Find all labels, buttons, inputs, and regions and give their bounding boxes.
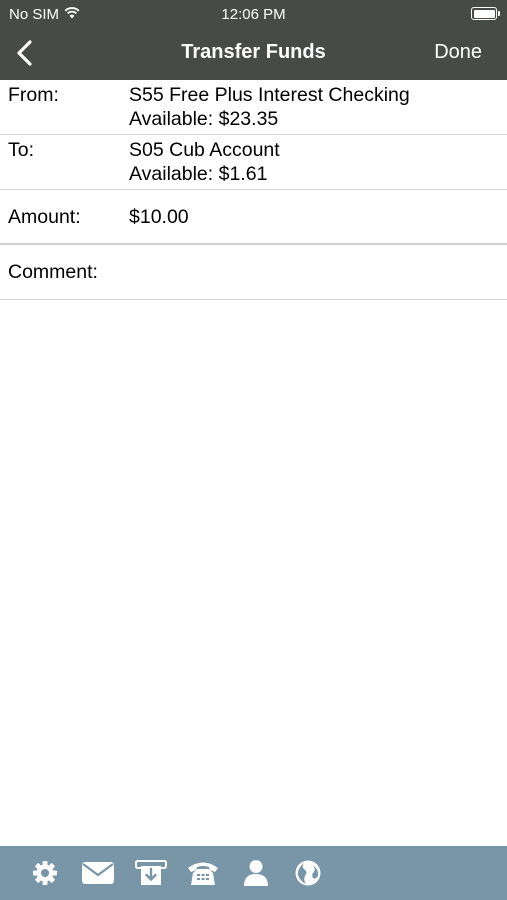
battery-icon	[471, 7, 500, 20]
to-account-row[interactable]: To: S05 Cub Account Available: $1.61	[0, 135, 507, 190]
from-account-value: S55 Free Plus Interest Checking Availabl…	[129, 83, 410, 131]
from-account-row[interactable]: From: S55 Free Plus Interest Checking Av…	[0, 80, 507, 135]
globe-icon[interactable]	[293, 859, 323, 887]
transfer-form: From: S55 Free Plus Interest Checking Av…	[0, 80, 507, 300]
page-title: Transfer Funds	[181, 41, 326, 63]
to-available-balance: Available: $1.61	[129, 163, 268, 185]
bottom-toolbar	[0, 846, 507, 900]
atm-deposit-icon[interactable]	[135, 859, 167, 887]
phone-icon[interactable]	[186, 859, 220, 887]
done-button[interactable]: Done	[434, 41, 482, 64]
amount-row[interactable]: Amount: $10.00	[0, 190, 507, 245]
from-label: From:	[8, 84, 59, 106]
mail-icon[interactable]	[81, 859, 115, 887]
comment-row[interactable]: Comment:	[0, 245, 507, 300]
gear-icon[interactable]	[30, 859, 60, 887]
amount-field[interactable]: $10.00	[129, 205, 189, 229]
person-icon[interactable]	[241, 859, 271, 887]
clock: 12:06 PM	[221, 6, 286, 23]
from-available-balance: Available: $23.35	[129, 108, 279, 130]
to-account-value: S05 Cub Account Available: $1.61	[129, 138, 280, 186]
comment-label: Comment:	[8, 261, 98, 283]
status-bar: No SIM 12:06 PM	[0, 0, 507, 28]
from-account-name: S55 Free Plus Interest Checking	[129, 84, 410, 106]
navigation-bar: Transfer Funds Done	[0, 28, 507, 80]
to-label: To:	[8, 139, 35, 161]
amount-label: Amount:	[8, 206, 81, 228]
to-account-name: S05 Cub Account	[129, 139, 280, 161]
top-bar: No SIM 12:06 PM Transfer Funds Done	[0, 0, 507, 80]
